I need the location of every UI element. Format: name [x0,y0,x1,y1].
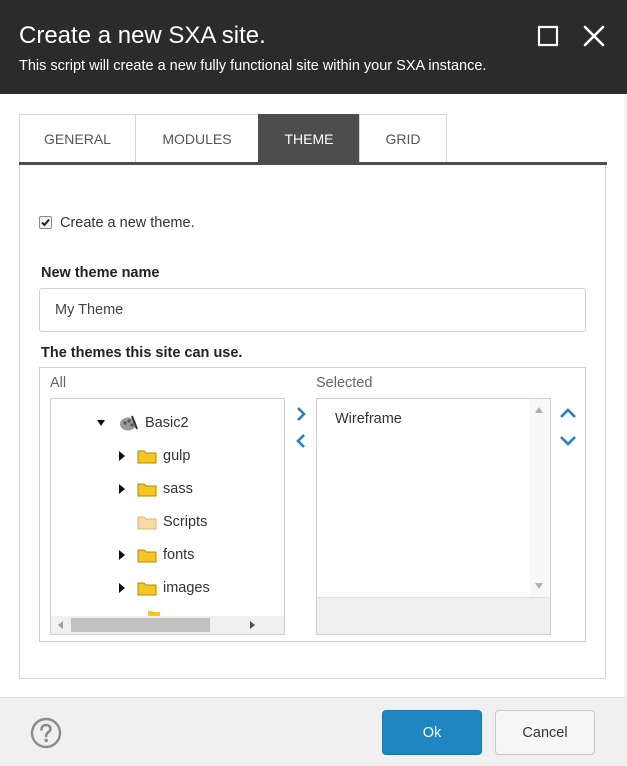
folder-icon [137,483,157,497]
remove-from-selected-icon[interactable] [293,433,309,449]
scroll-up-icon[interactable] [535,407,543,413]
tree-node-scripts[interactable]: Scripts [119,510,207,534]
scroll-down-icon[interactable] [535,583,543,589]
cancel-button[interactable]: Cancel [495,710,595,755]
selected-list-footer [317,597,550,634]
folder-icon [137,582,157,596]
selected-item-wireframe[interactable]: Wireframe [335,411,402,427]
create-theme-checkbox[interactable] [39,216,52,229]
ok-button[interactable]: Ok [382,710,482,755]
tree-node-images[interactable]: images [119,576,210,600]
tree-node-label: gulp [163,448,191,464]
all-column-label: All [50,375,67,391]
tree-node-gulp[interactable]: gulp [119,444,190,468]
selected-column-label: Selected [316,375,373,391]
close-icon[interactable] [580,22,608,50]
folder-icon-partial [148,611,160,616]
folder-icon [137,450,157,464]
dialog-header: Create a new SXA site. This script will … [0,0,627,94]
expand-arrow-icon[interactable] [119,583,125,593]
tab-theme[interactable]: THEME [258,114,360,162]
folder-light-icon [137,516,157,530]
scroll-right-icon[interactable] [250,621,255,629]
tab-general[interactable]: GENERAL [19,114,136,162]
tree-node-label: fonts [163,547,195,563]
checkmark-icon [41,218,50,227]
selected-themes-list[interactable]: Wireframe [316,398,551,635]
expand-arrow-icon[interactable] [119,451,125,461]
move-down-icon[interactable] [559,432,577,448]
collapse-arrow-icon[interactable] [97,420,105,426]
tree-node-label: sass [163,481,193,497]
tree-node-basic2[interactable]: Basic2 [97,411,189,435]
folder-icon [137,549,157,563]
tree-node-label: Basic2 [145,415,189,431]
add-to-selected-icon[interactable] [293,406,309,422]
expand-arrow-icon[interactable] [119,550,125,560]
create-theme-label[interactable]: Create a new theme. [60,214,195,232]
theme-palette-icon [120,415,138,431]
tab-grid[interactable]: GRID [359,114,447,162]
tab-modules[interactable]: MODULES [135,114,259,162]
move-up-icon[interactable] [559,406,577,422]
dialog-title: Create a new SXA site. [19,22,266,49]
tree-node-label: images [163,580,210,596]
maximize-icon[interactable] [534,22,562,50]
tree-horizontal-scroll-thumb[interactable] [71,618,210,632]
dialog-subtitle: This script will create a new fully func… [19,58,487,74]
themes-list-label: The themes this site can use. [41,345,243,361]
scroll-left-icon[interactable] [58,621,63,629]
theme-name-input[interactable] [39,288,586,332]
help-icon[interactable] [30,717,62,749]
expand-arrow-icon[interactable] [119,484,125,494]
themes-tree[interactable]: Basic2 gulp sass Scripts fonts images [50,398,285,635]
tree-node-label: Scripts [163,514,208,530]
tree-node-sass[interactable]: sass [119,477,193,501]
selected-vertical-scrollbar[interactable] [530,399,549,597]
theme-name-label: New theme name [41,265,160,281]
tree-node-fonts[interactable]: fonts [119,543,194,567]
